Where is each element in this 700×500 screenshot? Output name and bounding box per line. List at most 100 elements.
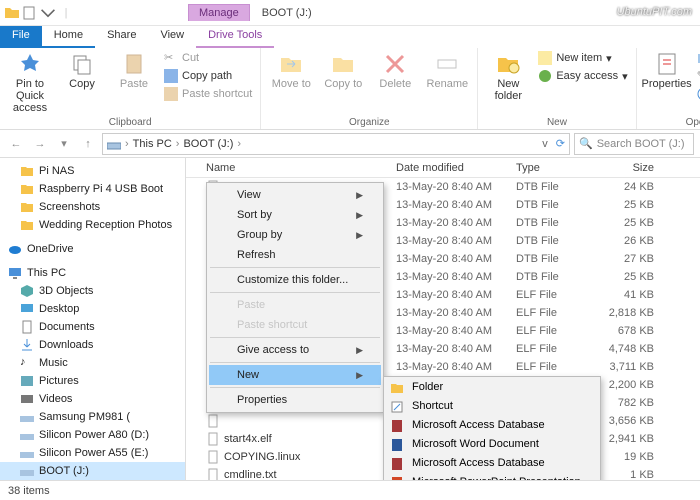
group-label-open: Open — [643, 116, 700, 128]
tree-item-onedrive[interactable]: OneDrive — [0, 240, 185, 258]
tree-item-music[interactable]: ♪Music — [0, 354, 185, 372]
tab-home[interactable]: Home — [42, 26, 95, 48]
tree-item-boot[interactable]: BOOT (J:) — [0, 462, 185, 480]
chevron-right-icon: ▶ — [356, 230, 363, 241]
col-type[interactable]: Type — [516, 162, 596, 174]
chevron-down-icon[interactable]: v — [542, 138, 548, 150]
ctx-paste-shortcut[interactable]: Paste shortcut — [209, 315, 381, 335]
tab-file[interactable]: File — [0, 26, 42, 48]
back-button[interactable]: ← — [6, 134, 26, 154]
file-type: DTB File — [516, 271, 596, 283]
col-name[interactable]: Name — [186, 162, 396, 174]
new-item-button[interactable]: New item ▾ — [536, 50, 629, 66]
tree-item-silicon-d[interactable]: Silicon Power A80 (D:) — [0, 426, 185, 444]
new-ppt[interactable]: Microsoft PowerPoint Presentation — [386, 474, 598, 480]
tree-item-desktop[interactable]: Desktop — [0, 300, 185, 318]
file-type: ELF File — [516, 361, 596, 373]
folder-icon — [4, 5, 20, 21]
file-type: ELF File — [516, 325, 596, 337]
folder-icon — [20, 200, 34, 214]
tree-item-downloads[interactable]: Downloads — [0, 336, 185, 354]
new-folder-button[interactable]: New folder — [484, 50, 532, 104]
breadcrumb-folder[interactable]: BOOT (J:) — [183, 138, 233, 150]
search-placeholder: Search BOOT (J:) — [597, 138, 685, 150]
recent-dropdown[interactable]: ▾ — [54, 134, 74, 154]
ctx-customize[interactable]: Customize this folder... — [209, 270, 381, 290]
breadcrumb-thispc[interactable]: This PC — [133, 138, 172, 150]
open-button[interactable]: Open ▾ — [695, 50, 700, 66]
newfolder-icon — [496, 52, 520, 76]
tree-item-rpi4usb[interactable]: Raspberry Pi 4 USB Boot — [0, 180, 185, 198]
rename-button[interactable]: Rename — [423, 50, 471, 92]
tree-item-silicon-e[interactable]: Silicon Power A55 (E:) — [0, 444, 185, 462]
manage-contextual-tab[interactable]: Manage — [188, 4, 250, 21]
pin-quick-access-button[interactable]: Pin to Quick access — [6, 50, 54, 116]
breadcrumb[interactable]: › This PC › BOOT (J:) › v ⟳ — [102, 133, 570, 155]
delete-button[interactable]: Delete — [371, 50, 419, 92]
folder-icon — [20, 164, 34, 178]
paste-shortcut-button[interactable]: Paste shortcut — [162, 86, 254, 102]
new-word-doc[interactable]: Microsoft Word Document — [386, 436, 598, 455]
copy-path-button[interactable]: Copy path — [162, 68, 254, 84]
ctx-properties[interactable]: Properties — [209, 390, 381, 410]
file-size: 24 KB — [596, 181, 666, 193]
tree-item-documents[interactable]: Documents — [0, 318, 185, 336]
new-access-db2[interactable]: Microsoft Access Database — [386, 455, 598, 474]
tree-item-wedding[interactable]: Wedding Reception Photos — [0, 216, 185, 234]
status-item-count: 38 items — [8, 485, 50, 497]
documents-icon — [20, 320, 34, 334]
copy-to-button[interactable]: Copy to — [319, 50, 367, 92]
file-type: DTB File — [516, 253, 596, 265]
tree-item-3dobjects[interactable]: 3D Objects — [0, 282, 185, 300]
cut-button[interactable]: ✂Cut — [162, 50, 254, 66]
refresh-icon[interactable]: ⟳ — [556, 137, 565, 150]
tree-item-pictures[interactable]: Pictures — [0, 372, 185, 390]
chevron-down-icon: ▾ — [622, 70, 628, 83]
file-type: DTB File — [516, 217, 596, 229]
tree-item-pinas[interactable]: Pi NAS — [0, 162, 185, 180]
file-size: 3,656 KB — [596, 415, 666, 427]
paste-button[interactable]: Paste — [110, 50, 158, 92]
new-folder[interactable]: Folder — [386, 379, 598, 398]
navigation-tree[interactable]: Pi NAS Raspberry Pi 4 USB Boot Screensho… — [0, 158, 186, 480]
dropdown-icon[interactable] — [40, 5, 56, 21]
ctx-refresh[interactable]: Refresh — [209, 245, 381, 265]
search-input[interactable]: 🔍 Search BOOT (J:) — [574, 133, 694, 155]
forward-button[interactable]: → — [30, 134, 50, 154]
ribbon-tabs: File Home Share View Drive Tools — [0, 26, 700, 48]
copy-icon — [70, 52, 94, 76]
edit-button[interactable]: ✎Edit — [695, 68, 700, 84]
up-button[interactable]: ↑ — [78, 134, 98, 154]
new-access-db[interactable]: Microsoft Access Database — [386, 417, 598, 436]
tab-share[interactable]: Share — [95, 26, 148, 48]
copypath-icon — [164, 69, 178, 83]
tree-item-screenshots[interactable]: Screenshots — [0, 198, 185, 216]
folder-icon — [390, 381, 404, 395]
ctx-view[interactable]: View▶ — [209, 185, 381, 205]
tab-view[interactable]: View — [148, 26, 196, 48]
file-name: COPYING.linux — [224, 451, 300, 463]
new-shortcut[interactable]: Shortcut — [386, 398, 598, 417]
quick-access-toolbar: | — [0, 5, 78, 21]
col-size[interactable]: Size — [596, 162, 666, 174]
tab-drive-tools[interactable]: Drive Tools — [196, 26, 274, 48]
easy-access-button[interactable]: Easy access ▾ — [536, 68, 629, 84]
ctx-give-access[interactable]: Give access to▶ — [209, 340, 381, 360]
ctx-new[interactable]: New▶ — [209, 365, 381, 385]
properties-icon[interactable] — [22, 5, 38, 21]
tree-item-thispc[interactable]: This PC — [0, 264, 185, 282]
ctx-groupby[interactable]: Group by▶ — [209, 225, 381, 245]
properties-button[interactable]: Properties — [643, 50, 691, 92]
history-button[interactable]: History — [695, 86, 700, 102]
column-headers[interactable]: Name Date modified Type Size — [186, 158, 700, 178]
tree-item-videos[interactable]: Videos — [0, 390, 185, 408]
file-size: 2,818 KB — [596, 307, 666, 319]
col-date[interactable]: Date modified — [396, 162, 516, 174]
drive-icon — [20, 428, 34, 442]
copy-button[interactable]: Copy — [58, 50, 106, 92]
move-to-button[interactable]: Move to — [267, 50, 315, 92]
file-size: 19 KB — [596, 451, 666, 463]
ctx-sortby[interactable]: Sort by▶ — [209, 205, 381, 225]
tree-item-samsung[interactable]: Samsung PM981 ( — [0, 408, 185, 426]
ctx-paste[interactable]: Paste — [209, 295, 381, 315]
